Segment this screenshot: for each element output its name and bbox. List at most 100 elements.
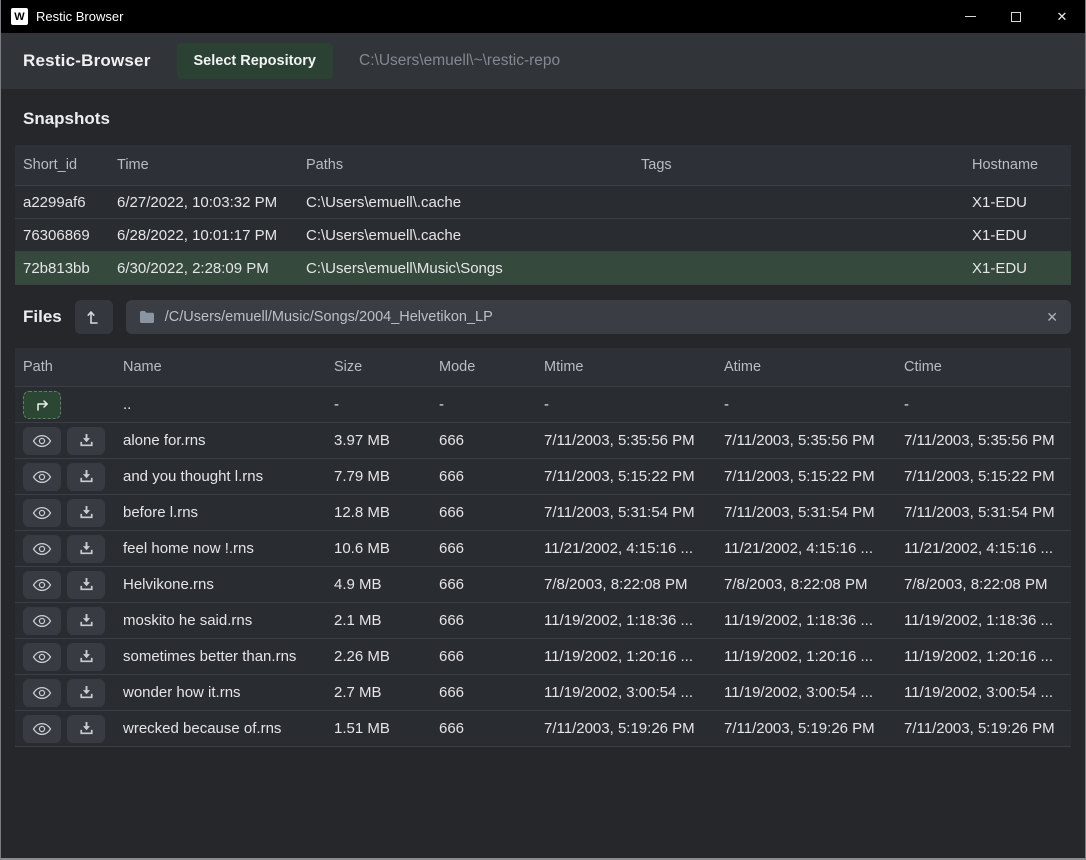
snapshot-row-selected[interactable]: 72b813bb 6/30/2022, 2:28:09 PM C:\Users\…	[15, 251, 1071, 284]
snapshot-row[interactable]: 76306869 6/28/2022, 10:01:17 PM C:\Users…	[15, 218, 1071, 251]
snapshot-time: 6/28/2022, 10:01:17 PM	[117, 227, 306, 244]
file-mode: 666	[439, 504, 544, 521]
parent-dir-row: .. - - - - -	[15, 386, 1071, 422]
file-mode: -	[439, 396, 544, 413]
eye-icon	[32, 686, 52, 700]
download-file-button[interactable]	[67, 571, 105, 599]
file-atime: 7/11/2003, 5:15:22 PM	[724, 468, 904, 485]
folder-icon	[139, 310, 155, 324]
download-file-button[interactable]	[67, 535, 105, 563]
view-file-button[interactable]	[23, 427, 61, 455]
view-file-button[interactable]	[23, 499, 61, 527]
file-ctime: 11/21/2002, 4:15:16 ...	[904, 540, 1071, 557]
snapshots-table: Short_id Time Paths Tags Hostname a2299a…	[15, 145, 1071, 285]
file-ctime: 11/19/2002, 3:00:54 ...	[904, 684, 1071, 701]
download-file-button[interactable]	[67, 463, 105, 491]
file-row: feel home now !.rns 10.6 MB 666 11/21/20…	[15, 530, 1071, 566]
download-file-button[interactable]	[67, 499, 105, 527]
file-row: wrecked because of.rns 1.51 MB 666 7/11/…	[15, 710, 1071, 746]
snapshot-hostname: X1-EDU	[972, 260, 1071, 277]
file-name: wrecked because of.rns	[123, 720, 334, 737]
col-short-id: Short_id	[23, 157, 117, 173]
clear-path-icon: ✕	[1046, 309, 1058, 325]
download-file-button[interactable]	[67, 679, 105, 707]
eye-icon	[32, 434, 52, 448]
file-atime: 11/21/2002, 4:15:16 ...	[724, 540, 904, 557]
corner-arrow-right-icon	[34, 398, 51, 412]
file-ctime: 7/11/2003, 5:35:56 PM	[904, 432, 1071, 449]
snapshot-row[interactable]: a2299af6 6/27/2022, 10:03:32 PM C:\Users…	[15, 185, 1071, 218]
minimize-button[interactable]	[947, 0, 993, 33]
file-row: Helvikone.rns 4.9 MB 666 7/8/2003, 8:22:…	[15, 566, 1071, 602]
parent-dir-actions	[23, 391, 123, 419]
file-size: 2.26 MB	[334, 648, 439, 665]
files-path-bar: /C/Users/emuell/Music/Songs/2004_Helveti…	[126, 300, 1071, 334]
download-file-button[interactable]	[67, 427, 105, 455]
file-ctime: -	[904, 396, 1071, 413]
window-title: Restic Browser	[36, 9, 123, 24]
file-size: 4.9 MB	[334, 576, 439, 593]
app-logo-letter: W	[14, 11, 24, 23]
file-mtime: 7/8/2003, 8:22:08 PM	[544, 576, 724, 593]
files-heading: Files	[23, 307, 62, 327]
file-atime: 7/11/2003, 5:35:56 PM	[724, 432, 904, 449]
view-file-button[interactable]	[23, 571, 61, 599]
file-mode: 666	[439, 612, 544, 629]
level-up-button[interactable]	[75, 300, 113, 334]
file-row: alone for.rns 3.97 MB 666 7/11/2003, 5:3…	[15, 422, 1071, 458]
files-bar: Files /C/Users/emuell/Music/Songs/2004_H…	[1, 299, 1071, 335]
snapshot-hostname: X1-EDU	[972, 194, 1071, 211]
download-icon	[79, 721, 94, 736]
file-ctime: 7/8/2003, 8:22:08 PM	[904, 576, 1071, 593]
file-mode: 666	[439, 432, 544, 449]
file-size: 2.7 MB	[334, 684, 439, 701]
file-atime: 7/8/2003, 8:22:08 PM	[724, 576, 904, 593]
view-file-button[interactable]	[23, 679, 61, 707]
download-file-button[interactable]	[67, 715, 105, 743]
maximize-button[interactable]	[993, 0, 1039, 33]
file-mode: 666	[439, 576, 544, 593]
clear-path-button[interactable]: ✕	[1046, 309, 1058, 326]
file-mtime: 7/11/2003, 5:15:22 PM	[544, 468, 724, 485]
col-tags: Tags	[641, 157, 972, 173]
file-mode: 666	[439, 468, 544, 485]
file-mode: 666	[439, 720, 544, 737]
snapshot-paths: C:\Users\emuell\.cache	[306, 194, 641, 211]
download-icon	[79, 541, 94, 556]
view-file-button[interactable]	[23, 463, 61, 491]
col-paths: Paths	[306, 157, 641, 173]
col-atime: Atime	[724, 359, 904, 375]
file-ctime: 7/11/2003, 5:31:54 PM	[904, 504, 1071, 521]
view-file-button[interactable]	[23, 535, 61, 563]
file-atime: 7/11/2003, 5:19:26 PM	[724, 720, 904, 737]
snapshot-time: 6/27/2022, 10:03:32 PM	[117, 194, 306, 211]
file-mtime: 11/19/2002, 3:00:54 ...	[544, 684, 724, 701]
file-mtime: 7/11/2003, 5:31:54 PM	[544, 504, 724, 521]
select-repository-button[interactable]: Select Repository	[177, 43, 334, 79]
view-file-button[interactable]	[23, 715, 61, 743]
close-button[interactable]: ✕	[1039, 0, 1085, 33]
snapshots-section-header: Snapshots	[1, 89, 1085, 145]
snapshot-short-id: 72b813bb	[23, 260, 117, 277]
eye-icon	[32, 614, 52, 628]
file-mtime: 7/11/2003, 5:19:26 PM	[544, 720, 724, 737]
file-size: 3.97 MB	[334, 432, 439, 449]
col-mtime: Mtime	[544, 359, 724, 375]
file-ctime: 11/19/2002, 1:20:16 ...	[904, 648, 1071, 665]
view-file-button[interactable]	[23, 607, 61, 635]
file-actions	[23, 427, 123, 455]
download-file-button[interactable]	[67, 643, 105, 671]
view-file-button[interactable]	[23, 643, 61, 671]
file-ctime: 11/19/2002, 1:18:36 ...	[904, 612, 1071, 629]
snapshots-heading: Snapshots	[23, 109, 110, 128]
file-name: and you thought l.rns	[123, 468, 334, 485]
download-icon	[79, 433, 94, 448]
download-icon	[79, 505, 94, 520]
file-atime: -	[724, 396, 904, 413]
navigate-parent-button[interactable]	[23, 391, 61, 419]
files-table: Path Name Size Mode Mtime Atime Ctime ..…	[15, 348, 1071, 747]
file-atime: 11/19/2002, 1:20:16 ...	[724, 648, 904, 665]
eye-icon	[32, 578, 52, 592]
level-up-icon	[86, 309, 101, 325]
download-file-button[interactable]	[67, 607, 105, 635]
